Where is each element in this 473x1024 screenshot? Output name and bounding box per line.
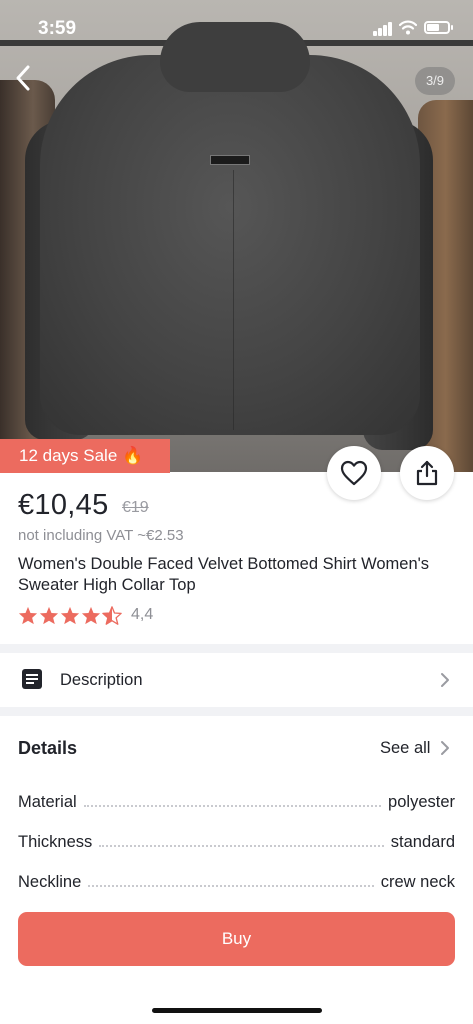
attribute-value: crew neck — [380, 873, 455, 891]
see-all-link[interactable]: See all — [380, 739, 430, 758]
attribute-row-neckline: Neckline crew neck — [18, 870, 455, 892]
description-label: Description — [60, 671, 143, 689]
sweater-label-tag — [210, 155, 250, 165]
attribute-key: Material — [18, 793, 77, 811]
dotted-leader — [99, 845, 384, 847]
image-counter: 3/9 — [415, 67, 455, 95]
share-icon — [416, 460, 438, 486]
share-button[interactable] — [400, 446, 454, 500]
price: €10,45 — [18, 489, 109, 521]
original-price: €19 — [122, 499, 149, 516]
attribute-value: polyester — [388, 793, 455, 811]
attribute-key: Thickness — [18, 833, 93, 851]
star-icon — [18, 606, 38, 624]
rating-stars[interactable]: 4,4 — [18, 603, 153, 627]
section-divider — [0, 644, 473, 653]
home-indicator[interactable] — [152, 1008, 322, 1013]
section-divider — [0, 707, 473, 716]
status-bar: 3:59 — [0, 0, 473, 56]
favorite-button[interactable] — [327, 446, 381, 500]
dotted-leader — [88, 885, 374, 887]
chevron-right-icon[interactable] — [440, 740, 450, 756]
sweater-body — [40, 55, 420, 435]
document-icon — [22, 669, 42, 689]
vat-note: not including VAT ~€2.53 — [18, 527, 184, 544]
cellular-signal-icon — [373, 22, 393, 36]
description-row[interactable]: Description — [0, 653, 473, 707]
back-button[interactable] — [8, 62, 40, 94]
product-image[interactable] — [0, 0, 473, 472]
attribute-row-material: Material polyester — [18, 790, 455, 812]
star-half-icon — [102, 605, 122, 625]
battery-icon — [424, 21, 453, 34]
status-time: 3:59 — [38, 18, 77, 39]
heart-icon — [340, 460, 368, 486]
details-heading: Details — [18, 738, 78, 758]
wifi-icon — [399, 20, 417, 35]
rating-value: 4,4 — [131, 606, 154, 623]
sweater-seam — [233, 170, 234, 430]
buy-button[interactable]: Buy — [18, 912, 455, 966]
chevron-right-icon — [441, 673, 449, 687]
attribute-key: Neckline — [18, 873, 82, 891]
dotted-leader — [83, 805, 382, 807]
product-title: Women's Double Faced Velvet Bottomed Shi… — [18, 555, 430, 594]
star-icon — [60, 606, 80, 624]
star-icon — [81, 606, 101, 624]
attribute-value: standard — [390, 833, 455, 851]
attribute-row-thickness: Thickness standard — [18, 830, 455, 852]
star-icon — [39, 606, 59, 624]
sale-badge: 12 days Sale 🔥 — [0, 439, 170, 473]
